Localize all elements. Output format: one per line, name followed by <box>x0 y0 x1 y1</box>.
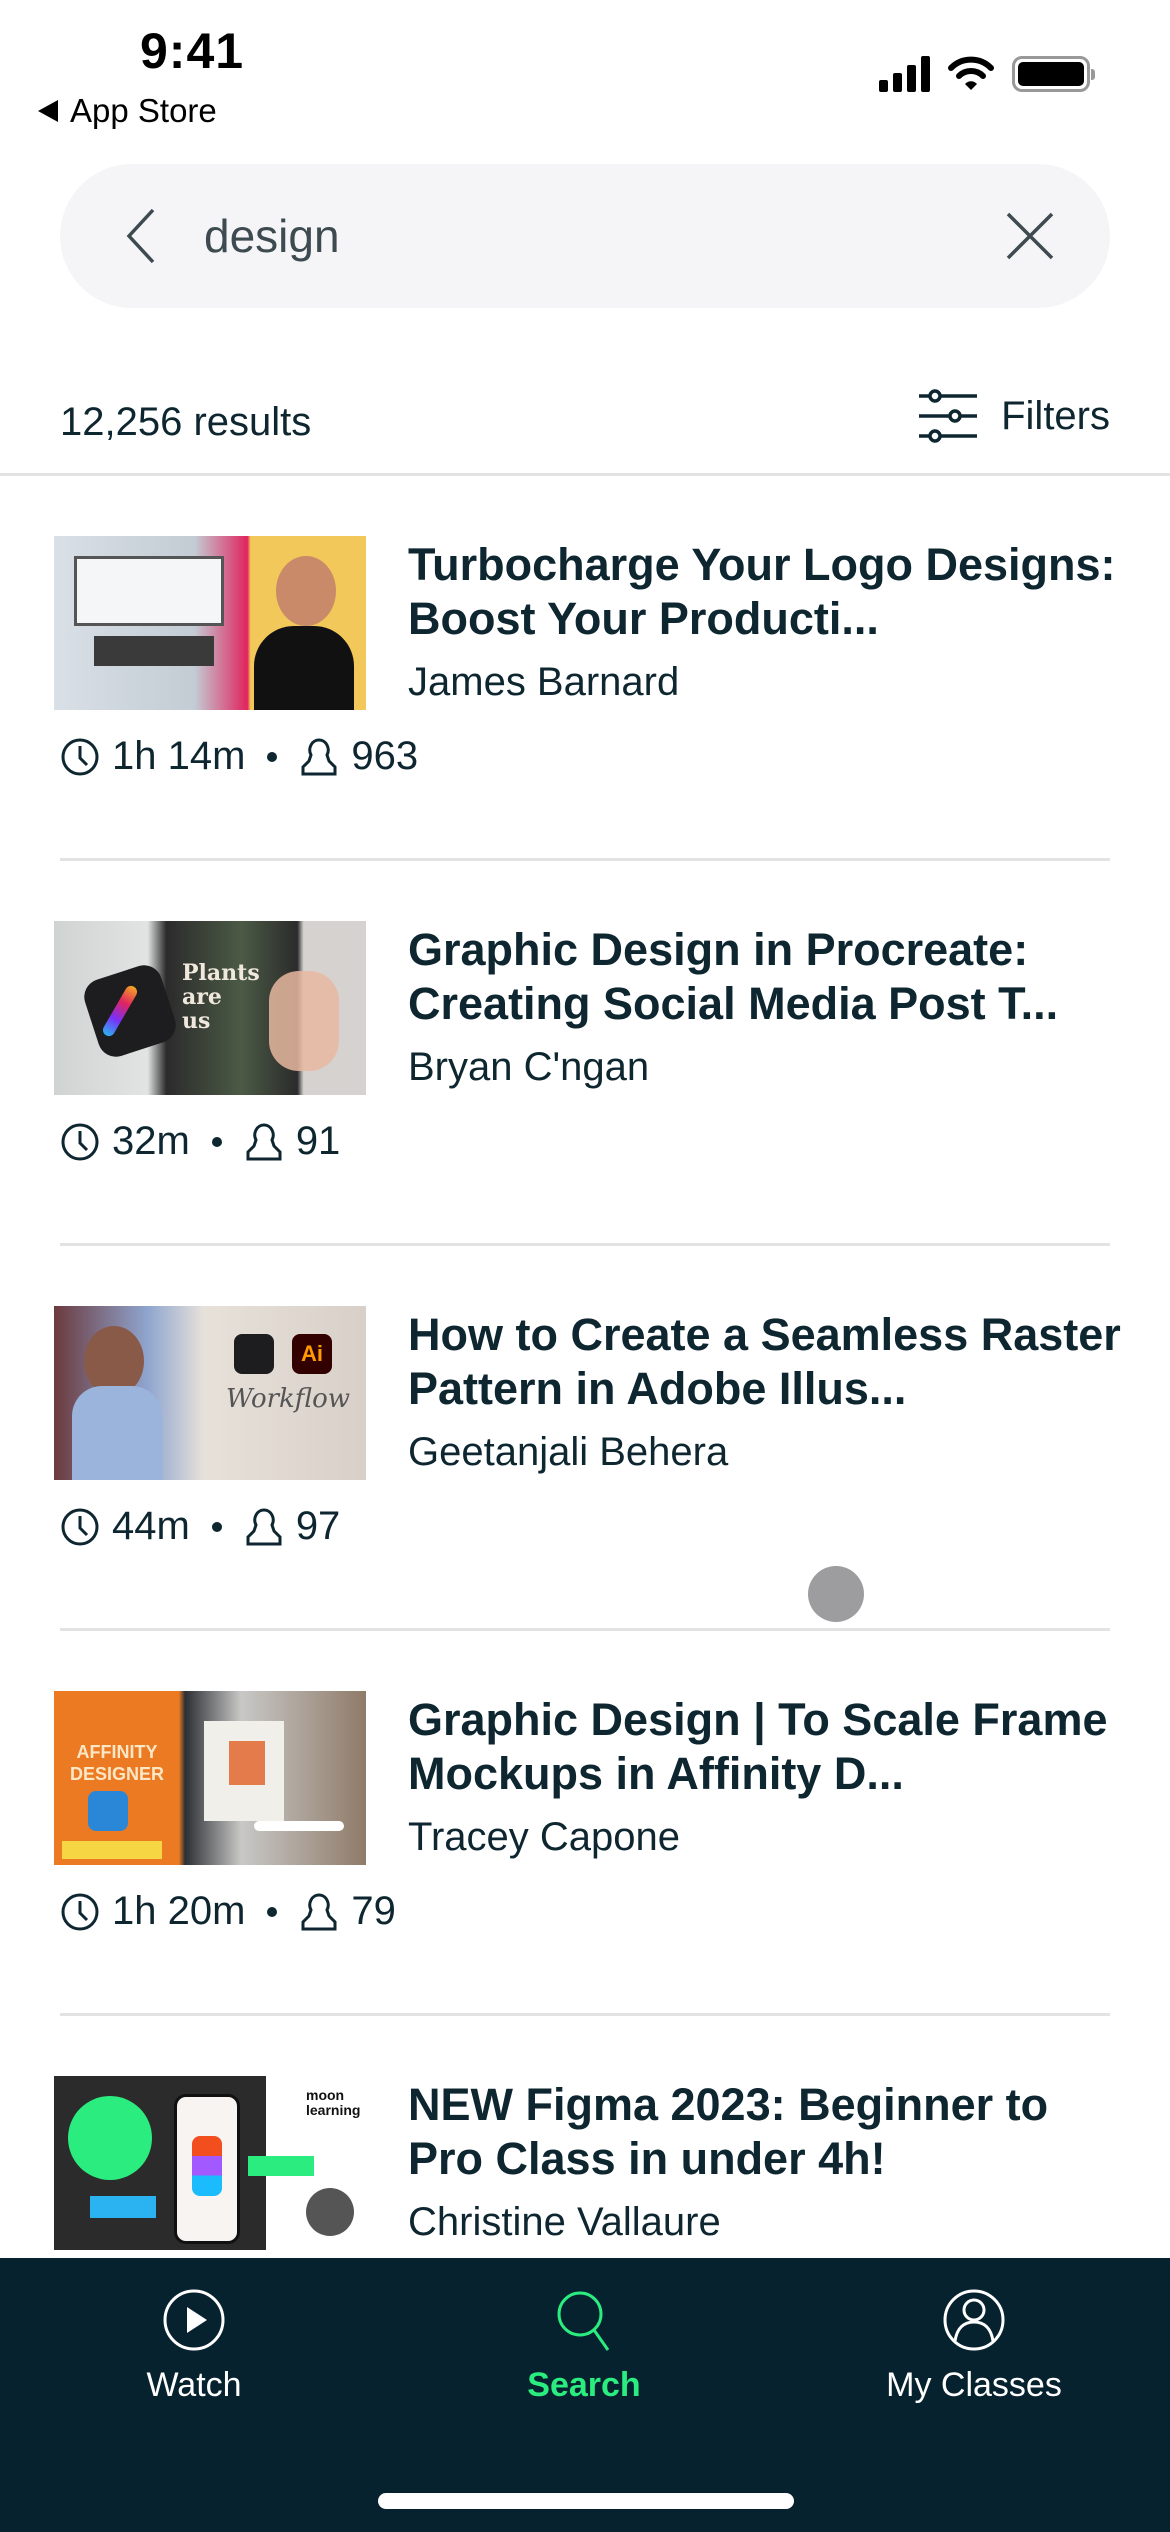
class-author: Tracey Capone <box>408 1815 680 1859</box>
class-meta: 32m 91 <box>60 1119 340 1164</box>
class-author: Bryan C'ngan <box>408 1045 650 1089</box>
thumbnail-text: moon learning <box>306 2087 361 2118</box>
tab-label: Search <box>527 2366 641 2404</box>
students-icon <box>246 1122 282 1160</box>
class-duration: 1h 20m <box>112 1889 246 1933</box>
class-students: 79 <box>351 1889 396 1933</box>
separator-dot <box>211 1521 222 1532</box>
class-meta: 44m 97 <box>60 1504 340 1549</box>
thumbnail-text: AFFINITY DESIGNER <box>69 1742 165 1784</box>
tab-search[interactable]: Search <box>434 2288 734 2405</box>
class-students: 963 <box>351 734 419 778</box>
back-app-label: App Store <box>70 92 217 129</box>
wifi-icon <box>948 56 994 90</box>
class-title: Graphic Design in Procreate: Creating So… <box>408 924 1059 1029</box>
class-duration: 1h 14m <box>112 734 246 778</box>
search-bar <box>60 164 1110 308</box>
result-item[interactable]: AFFINITY DESIGNER Graphic Design | To Sc… <box>54 1631 1110 2016</box>
clock-icon <box>61 1893 99 1930</box>
class-author: Christine Vallaure <box>408 2200 721 2244</box>
tab-watch[interactable]: Watch <box>44 2288 344 2405</box>
class-thumbnail: Ai Workflow <box>54 1306 366 1480</box>
class-info: Graphic Design | To Scale Frame Mockups … <box>408 1693 1128 1860</box>
filters-sliders-icon <box>919 389 978 443</box>
cellular-signal-icon <box>879 56 930 92</box>
thumbnail-text: Plants are us <box>182 960 260 1034</box>
class-thumbnail <box>54 536 366 710</box>
user-circle-icon <box>943 2289 1005 2351</box>
class-thumbnail: Plants are us <box>54 921 366 1095</box>
tab-label: Watch <box>146 2366 242 2404</box>
chevron-left-icon <box>126 208 155 264</box>
result-item[interactable]: Turbocharge Your Logo Designs: Boost You… <box>54 476 1116 861</box>
clock-icon <box>61 738 99 775</box>
back-triangle-icon <box>38 100 58 122</box>
search-input[interactable] <box>204 209 990 263</box>
filters-label: Filters <box>1001 393 1110 438</box>
search-icon <box>557 2291 610 2351</box>
class-thumbnail: AFFINITY DESIGNER <box>54 1691 366 1865</box>
class-duration: 44m <box>112 1504 190 1548</box>
touch-indicator <box>808 1566 864 1622</box>
clear-search-button[interactable] <box>990 196 1070 276</box>
separator-dot <box>211 1136 222 1147</box>
class-meta: 1h 20m 79 <box>60 1889 396 1934</box>
filters-button[interactable]: Filters <box>917 388 1110 444</box>
separator-dot <box>267 1906 278 1917</box>
results-list: Turbocharge Your Logo Designs: Boost You… <box>0 476 1170 2401</box>
class-title: Turbocharge Your Logo Designs: Boost You… <box>408 539 1116 644</box>
results-count: 12,256 results <box>60 400 312 444</box>
tab-bar: Watch Search My Classes <box>0 2258 1170 2532</box>
clock-icon <box>61 1123 99 1160</box>
class-info: Graphic Design in Procreate: Creating So… <box>408 923 1128 1090</box>
result-item[interactable]: Plants are us Graphic Design in Procreat… <box>54 861 1110 1246</box>
students-icon <box>246 1507 282 1545</box>
result-item[interactable]: Ai Workflow How to Create a Seamless Ras… <box>54 1246 1121 1631</box>
class-info: NEW Figma 2023: Beginner to Pro Class in… <box>408 2078 1128 2245</box>
clock-icon <box>61 1508 99 1545</box>
tab-label: My Classes <box>886 2366 1062 2404</box>
class-info: How to Create a Seamless Raster Pattern … <box>408 1308 1128 1475</box>
tab-my-classes[interactable]: My Classes <box>824 2288 1124 2405</box>
students-icon <box>301 1892 337 1930</box>
class-duration: 32m <box>112 1119 190 1163</box>
class-meta: 1h 14m 963 <box>60 734 418 779</box>
class-title: How to Create a Seamless Raster Pattern … <box>408 1309 1121 1414</box>
class-author: James Barnard <box>408 660 680 704</box>
class-title: NEW Figma 2023: Beginner to Pro Class in… <box>408 2079 1049 2184</box>
class-students: 91 <box>295 1119 341 1163</box>
home-indicator[interactable] <box>378 2493 794 2509</box>
class-students: 97 <box>295 1504 341 1548</box>
play-circle-icon <box>163 2289 225 2351</box>
students-icon <box>301 737 337 775</box>
class-author: Geetanjali Behera <box>408 1430 729 1474</box>
battery-icon <box>1012 56 1095 92</box>
status-time: 9:41 <box>140 23 245 79</box>
status-icons <box>879 56 1095 92</box>
close-icon <box>1006 212 1054 260</box>
thumbnail-text: Workflow <box>226 1384 351 1414</box>
class-info: Turbocharge Your Logo Designs: Boost You… <box>408 538 1128 705</box>
results-header: 12,256 results Filters <box>0 370 1170 476</box>
class-title: Graphic Design | To Scale Frame Mockups … <box>408 1694 1108 1799</box>
class-thumbnail: moon learning <box>54 2076 366 2250</box>
search-back-button[interactable] <box>100 196 180 276</box>
back-to-app-store-link[interactable]: App Store <box>38 92 217 130</box>
status-bar: 9:41 App Store <box>0 0 1170 140</box>
separator-dot <box>267 751 278 762</box>
